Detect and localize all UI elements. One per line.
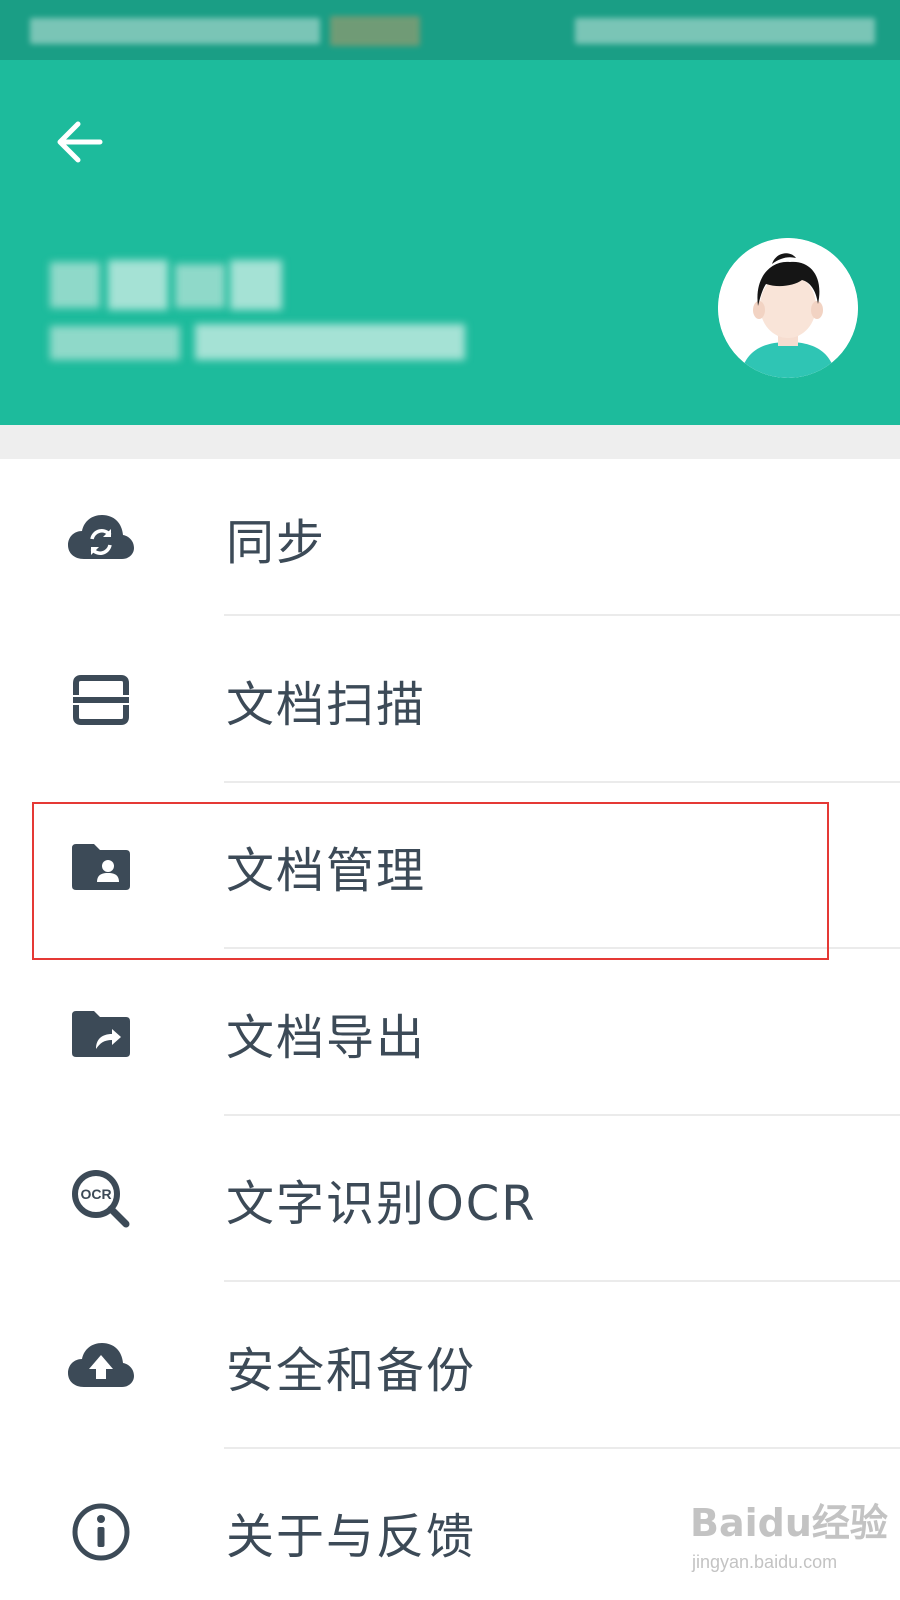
drawer-menu: 同步 文档扫描 文档管理 文档导出 OCR 文字识别OCR 安全和备份 关于与反… <box>0 459 900 1600</box>
svg-text:OCR: OCR <box>80 1186 111 1202</box>
info-icon <box>68 1499 134 1565</box>
status-bar <box>0 0 900 60</box>
cloud-upload-icon <box>68 1333 134 1399</box>
menu-item-label: 同步 <box>226 514 327 571</box>
status-bar-obscured-mid <box>330 16 420 46</box>
status-bar-obscured-right <box>575 18 875 44</box>
menu-item-label: 文档导出 <box>226 1009 427 1066</box>
menu-item-sync[interactable]: 同步 <box>0 459 900 616</box>
cloud-sync-icon <box>68 505 134 571</box>
menu-item-scan[interactable]: 文档扫描 <box>0 616 900 783</box>
arrow-left-icon <box>57 121 103 163</box>
menu-item-about-feedback[interactable]: 关于与反馈 <box>0 1449 900 1600</box>
user-name-obscured <box>50 260 282 310</box>
menu-item-label: 文档扫描 <box>226 676 427 733</box>
header-divider <box>0 425 900 459</box>
ocr-search-icon: OCR <box>68 1166 134 1232</box>
user-avatar-icon <box>718 238 858 378</box>
back-button[interactable] <box>48 112 108 172</box>
status-bar-obscured-left <box>30 18 320 44</box>
folder-share-icon <box>68 1000 134 1066</box>
menu-item-label: 关于与反馈 <box>226 1509 477 1565</box>
scan-frame-icon <box>68 667 134 733</box>
user-email-obscured <box>50 322 468 362</box>
folder-user-icon <box>68 833 134 899</box>
user-avatar[interactable] <box>718 238 858 378</box>
menu-item-ocr[interactable]: OCR 文字识别OCR <box>0 1116 900 1282</box>
menu-item-label: 文档管理 <box>226 843 427 899</box>
menu-item-document-management[interactable]: 文档管理 <box>0 783 900 949</box>
menu-item-export[interactable]: 文档导出 <box>0 949 900 1116</box>
menu-item-label: 文字识别OCR <box>226 1176 537 1232</box>
menu-item-security-backup[interactable]: 安全和备份 <box>0 1282 900 1449</box>
drawer-header <box>0 60 900 425</box>
menu-item-label: 安全和备份 <box>226 1342 477 1399</box>
